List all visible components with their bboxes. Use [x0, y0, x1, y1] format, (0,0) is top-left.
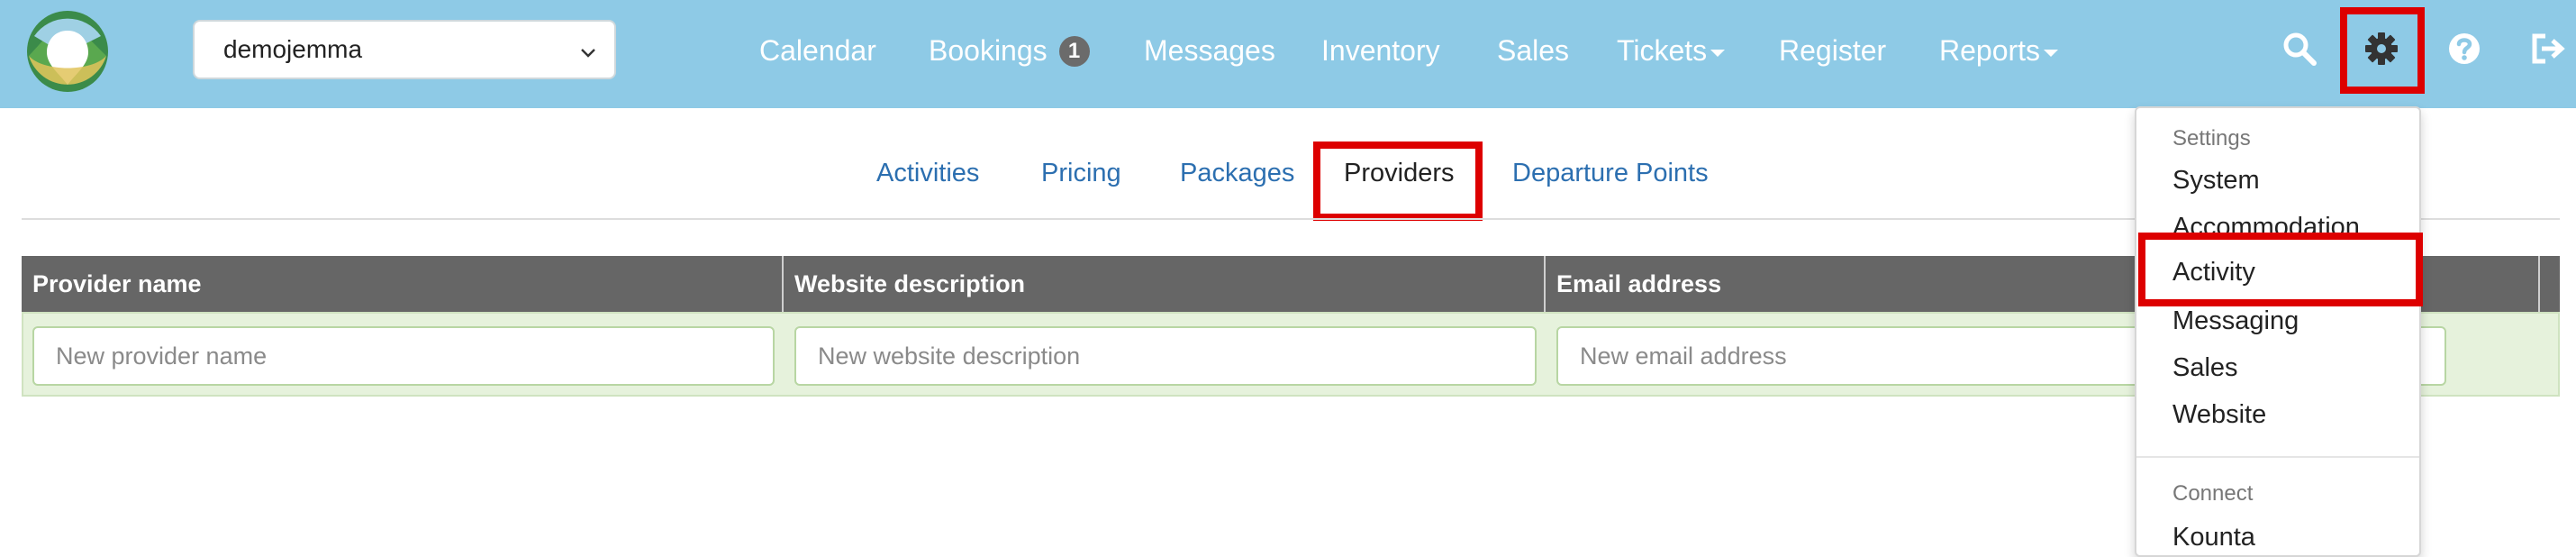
search-icon[interactable]	[2280, 29, 2319, 68]
help-icon[interactable]	[2444, 29, 2484, 68]
tab-activities[interactable]: Activities	[876, 159, 979, 188]
settings-menu-item-activity-highlighted[interactable]: Activity	[2172, 258, 2255, 288]
tenant-select[interactable]: demojemma	[193, 20, 616, 79]
nav-tickets[interactable]: Tickets	[1617, 0, 1726, 101]
app-logo[interactable]	[25, 9, 110, 94]
chevron-down-icon	[581, 49, 595, 58]
connect-menu-header: Connect	[2172, 481, 2254, 506]
column-header-website-description: Website description	[784, 256, 1546, 312]
bookings-count-badge: 1	[1058, 35, 1090, 67]
tab-packages[interactable]: Packages	[1180, 159, 1294, 188]
settings-dropdown-menu: Settings System Accommodation Activity M…	[2135, 106, 2421, 557]
settings-menu-item-website[interactable]: Website	[2172, 400, 2266, 430]
gear-highlight-box	[2340, 7, 2425, 94]
caret-down-icon	[1710, 49, 1726, 57]
nav-calendar[interactable]: Calendar	[759, 0, 876, 101]
nav-sales[interactable]: Sales	[1497, 0, 1569, 101]
menu-divider	[2136, 456, 2419, 458]
caret-down-icon	[2044, 49, 2059, 57]
settings-menu-item-system[interactable]: System	[2172, 166, 2260, 196]
nav-reports[interactable]: Reports	[1939, 0, 2059, 101]
nav-register[interactable]: Register	[1779, 0, 1886, 101]
settings-menu-header: Settings	[2172, 126, 2251, 151]
connect-menu-item-kounta[interactable]: Kounta	[2172, 523, 2255, 552]
logout-icon[interactable]	[2527, 29, 2567, 68]
new-website-description-input[interactable]: New website description	[794, 326, 1537, 386]
tenant-select-value: demojemma	[223, 35, 363, 63]
settings-menu-item-messaging[interactable]: Messaging	[2172, 306, 2299, 336]
nav-bookings[interactable]: Bookings 1	[929, 0, 1090, 101]
tab-pricing[interactable]: Pricing	[1041, 159, 1121, 188]
nav-messages[interactable]: Messages	[1144, 0, 1275, 101]
providers-tab-highlight-box	[1313, 142, 1483, 221]
settings-menu-item-sales[interactable]: Sales	[2172, 353, 2238, 383]
nav-inventory[interactable]: Inventory	[1321, 0, 1440, 101]
tab-departure-points[interactable]: Departure Points	[1512, 159, 1709, 188]
top-navbar: demojemma Calendar Bookings 1 Messages I…	[0, 0, 2576, 108]
new-provider-name-input[interactable]: New provider name	[32, 326, 775, 386]
column-header-provider-name: Provider name	[22, 256, 784, 312]
